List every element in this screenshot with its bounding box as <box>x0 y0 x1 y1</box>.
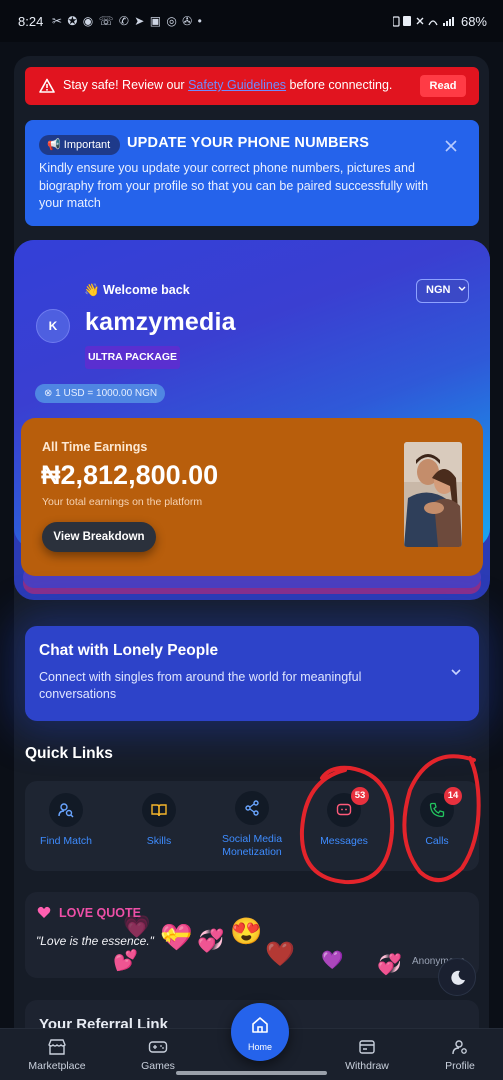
nav-marketplace-label: Marketplace <box>28 1060 86 1072</box>
skills-icon-wrap <box>142 793 176 827</box>
heart-emoji: 💜 <box>321 950 344 970</box>
message-icon <box>336 803 352 816</box>
exchange-rate: ⊗ 1 USD = 1000.00 NGN <box>35 384 165 403</box>
share-icon <box>245 800 259 816</box>
heart-emoji: 💞 <box>377 954 402 976</box>
nav-games-label: Games <box>141 1060 175 1072</box>
moon-icon <box>451 970 465 985</box>
notification-icons: ✂ ✪ ◉ ☏ ✆ ➤ ▣ ◎ ✇ • <box>52 14 203 28</box>
quick-link-skills[interactable]: Skills <box>117 793 201 848</box>
nav-marketplace[interactable]: Marketplace <box>17 1039 97 1072</box>
nav-withdraw[interactable]: Withdraw <box>327 1039 407 1072</box>
book-icon <box>151 804 167 817</box>
heart-emoji: 💕 <box>113 950 138 972</box>
chat-title: Chat with Lonely People <box>39 642 219 659</box>
find-match-label: Find Match <box>40 835 92 847</box>
heart-emoji: 💗 <box>123 914 151 939</box>
quick-link-calls[interactable]: 14 Calls <box>395 787 479 848</box>
nav-profile-label: Profile <box>445 1060 475 1072</box>
couple-image <box>404 442 462 547</box>
wallet-icon <box>359 1040 375 1054</box>
quick-link-social-media-monetization[interactable]: Social Media Monetization <box>210 791 294 859</box>
heart-emoji: 💝 <box>160 922 193 952</box>
close-icon[interactable] <box>445 140 457 152</box>
welcome-greeting: 👋 Welcome back <box>84 283 190 297</box>
battery-level: 68% <box>392 14 487 29</box>
theme-toggle[interactable] <box>438 958 476 996</box>
gesture-bar <box>176 1071 327 1075</box>
messages-count-badge: 53 <box>351 787 369 805</box>
safety-text-before: Stay safe! Review our <box>63 78 189 92</box>
important-notice: 📢 Important UPDATE YOUR PHONE NUMBERS Ki… <box>25 120 479 226</box>
chevron-down-icon[interactable] <box>450 666 462 678</box>
gamepad-icon <box>148 1041 168 1053</box>
avatar[interactable]: K <box>36 309 70 343</box>
notice-body: Kindly ensure you update your correct ph… <box>39 161 429 210</box>
nav-home[interactable]: Home <box>231 1003 289 1061</box>
earnings-label: All Time Earnings <box>42 440 148 454</box>
social-icon-wrap <box>235 791 269 825</box>
earnings-value: ₦2,812,800.00 <box>41 460 219 490</box>
messages-label: Messages <box>320 835 368 847</box>
messages-icon-wrap: 53 <box>327 787 369 827</box>
chevron-down-icon <box>458 286 466 291</box>
heart-icon <box>37 906 51 924</box>
currency-value: NGN <box>426 284 451 296</box>
quick-links-title: Quick Links <box>25 745 113 762</box>
phone-icon <box>429 802 445 818</box>
chat-card[interactable]: Chat with Lonely People Connect with sin… <box>25 626 479 721</box>
find-match-icon-wrap <box>49 793 83 827</box>
store-icon <box>48 1039 66 1055</box>
calls-label: Calls <box>425 835 449 847</box>
quick-link-messages[interactable]: 53 Messages <box>302 787 386 848</box>
view-breakdown-button[interactable]: View Breakdown <box>42 522 156 552</box>
safety-message: Stay safe! Review our Safety Guidelines … <box>63 78 392 92</box>
earnings-card: All Time Earnings ₦2,812,800.00 Your tot… <box>21 418 483 576</box>
nav-games[interactable]: Games <box>118 1039 198 1072</box>
nav-home-label: Home <box>247 1042 272 1052</box>
megaphone-icon: 📢 <box>47 139 61 151</box>
heart-eyes-emoji: 😍 <box>230 916 263 946</box>
skills-label: Skills <box>146 835 172 847</box>
package-badge: ULTRA PACKAGE <box>85 346 180 369</box>
social-media-monetization-label: Social Media Monetization <box>221 833 283 858</box>
love-quote-card: LOVE QUOTE "Love is the essence." Anonym… <box>25 892 479 978</box>
safety-text-after: before connecting. <box>286 78 393 92</box>
system-status-icons <box>392 16 455 27</box>
status-bar: 8:24 ✂ ✪ ◉ ☏ ✆ ➤ ▣ ◎ ✇ • 68% <box>0 0 503 42</box>
user-settings-icon <box>452 1040 467 1055</box>
status-time: 8:24 <box>18 14 44 29</box>
nav-profile[interactable]: Profile <box>420 1039 500 1072</box>
calls-count-badge: 14 <box>444 787 462 805</box>
nav-withdraw-label: Withdraw <box>345 1060 389 1072</box>
chat-description: Connect with singles from around the wor… <box>39 670 362 701</box>
important-badge-label: Important <box>63 139 111 151</box>
battery-percent: 68% <box>460 14 487 29</box>
earnings-subtitle: Your total earnings on the platform <box>42 496 203 508</box>
heart-emoji: 💞 <box>197 928 225 953</box>
username: kamzymedia <box>85 308 236 336</box>
home-icon <box>252 1017 268 1033</box>
user-search-icon <box>58 803 74 818</box>
important-badge: 📢 Important <box>39 135 121 155</box>
safety-guidelines-link[interactable]: Safety Guidelines <box>188 78 286 92</box>
calls-icon-wrap: 14 <box>420 787 462 827</box>
notice-title: UPDATE YOUR PHONE NUMBERS <box>127 135 370 151</box>
safety-banner: Stay safe! Review our Safety Guidelines … <box>25 67 479 105</box>
heart-emoji: ❤️ <box>265 941 295 968</box>
quick-link-find-match[interactable]: Find Match <box>24 793 108 848</box>
read-button[interactable]: Read <box>420 75 466 97</box>
warning-icon <box>39 78 55 93</box>
currency-selector[interactable]: NGN <box>416 279 469 303</box>
